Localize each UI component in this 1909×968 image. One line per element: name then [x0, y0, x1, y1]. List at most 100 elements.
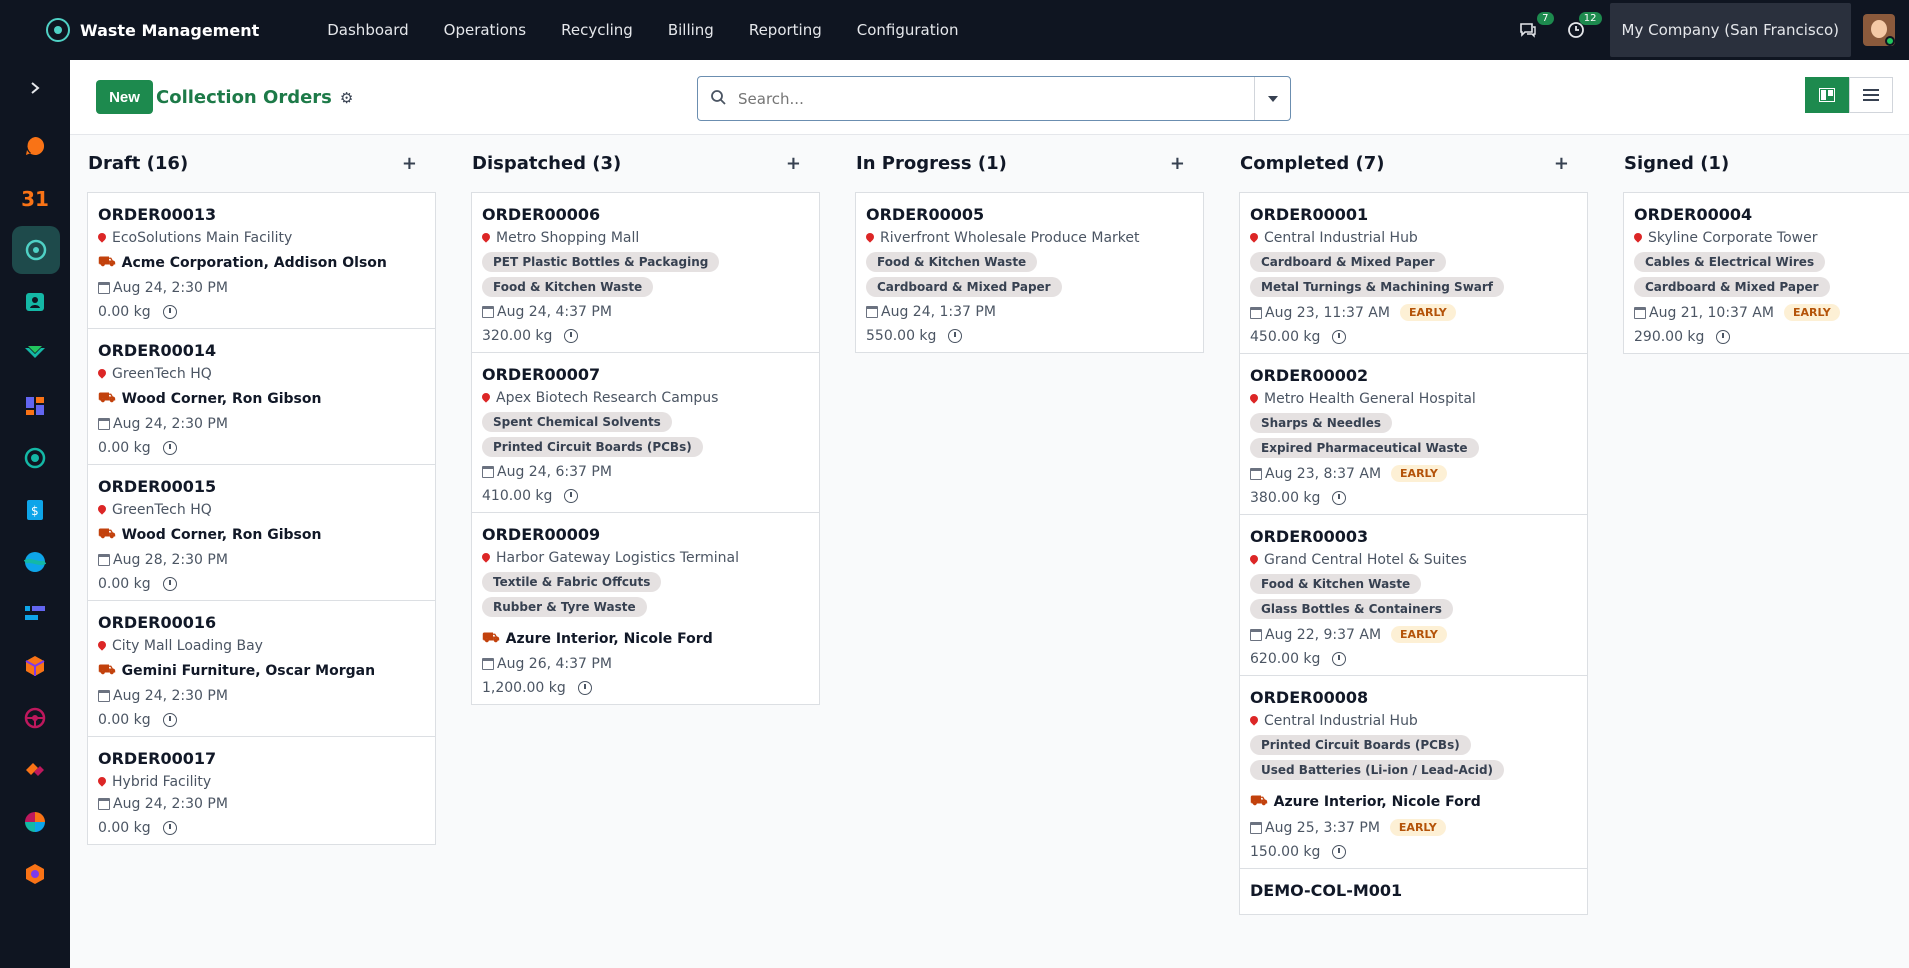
order-card[interactable]: ORDER00007 Apex Biotech Research Campus Sp…	[471, 353, 820, 513]
date-text: Aug 24, 2:30 PM	[113, 796, 228, 812]
dashboards-app-icon[interactable]	[19, 390, 51, 422]
date-text: Aug 24, 4:37 PM	[497, 304, 612, 320]
menu-billing[interactable]: Billing	[668, 21, 714, 39]
vehicle-text: Azure Interior, Nicole Ford	[505, 631, 713, 647]
order-card[interactable]: ORDER00014 GreenTech HQ ⛟ Wood Corner, Ron …	[87, 329, 436, 465]
order-card[interactable]: ORDER00016 City Mall Loading Bay ⛟ Gemini F…	[87, 601, 436, 737]
sign-app-icon[interactable]	[19, 754, 51, 786]
activity-clock-icon[interactable]	[162, 305, 177, 319]
scheduled-date: Aug 23, 8:37 AM EARLY	[1250, 465, 1577, 482]
location-text: Grand Central Hotel & Suites	[1264, 552, 1467, 568]
menu-reporting[interactable]: Reporting	[749, 21, 822, 39]
messages-button[interactable]: 7	[1514, 12, 1554, 44]
column-title[interactable]: Completed (7)	[1240, 153, 1385, 174]
scheduled-date: Aug 24, 2:30 PM	[98, 796, 425, 812]
chat-app-icon[interactable]	[19, 130, 51, 162]
main-menu: Dashboard Operations Recycling Billing R…	[327, 21, 993, 39]
calendar-icon	[482, 306, 494, 318]
helpdesk-app-icon[interactable]	[19, 442, 51, 474]
discuss-app-icon[interactable]	[19, 546, 51, 578]
reporting-app-icon[interactable]	[19, 806, 51, 838]
activity-clock-icon[interactable]	[162, 441, 177, 455]
quick-create-plus-icon[interactable]: +	[786, 153, 801, 174]
waste-type-tag: Cardboard & Mixed Paper	[1634, 277, 1830, 297]
date-text: Aug 24, 2:30 PM	[113, 416, 228, 432]
activities-button[interactable]: 12	[1562, 12, 1602, 44]
order-card[interactable]: ORDER00005 Riverfront Wholesale Produce M…	[855, 192, 1204, 353]
activity-clock-icon[interactable]	[577, 681, 592, 695]
order-weight: 290.00 kg	[1634, 329, 1909, 345]
menu-dashboard[interactable]: Dashboard	[327, 21, 408, 39]
order-card[interactable]: ORDER00004 Skyline Corporate Tower Cables …	[1623, 192, 1909, 354]
map-marker-icon	[98, 641, 106, 652]
app-brand[interactable]: Waste Management	[46, 18, 259, 42]
order-card[interactable]: ORDER00001 Central Industrial Hub Cardboar…	[1239, 192, 1588, 354]
order-card[interactable]: ORDER00006 Metro Shopping Mall PET Plastic…	[471, 192, 820, 353]
order-card[interactable]: ORDER00013 EcoSolutions Main Facility ⛟ Acm…	[87, 192, 436, 329]
order-reference: ORDER00005	[866, 205, 985, 224]
column-header: Draft (16) +	[70, 135, 419, 192]
activities-badge: 12	[1578, 12, 1602, 25]
order-card[interactable]: ORDER00009 Harbor Gateway Logistics Termi…	[471, 513, 820, 705]
weight-text: 1,200.00 kg	[482, 680, 566, 696]
order-card[interactable]: DEMO-COL-M001	[1239, 869, 1588, 915]
contacts-app-icon[interactable]	[19, 286, 51, 318]
order-card[interactable]: ORDER00017 Hybrid Facility Aug 24, 2:30 PM…	[87, 737, 436, 845]
scheduled-date: Aug 25, 3:37 PM EARLY	[1250, 819, 1577, 836]
activity-clock-icon[interactable]	[1332, 845, 1347, 859]
order-card[interactable]: ORDER00008 Central Industrial Hub Printed …	[1239, 676, 1588, 869]
quick-create-plus-icon[interactable]: +	[1170, 153, 1185, 174]
column-title[interactable]: In Progress (1)	[856, 153, 1007, 174]
activity-clock-icon[interactable]	[948, 329, 963, 343]
calendar-app-icon[interactable]: 31	[19, 183, 51, 215]
order-card[interactable]: ORDER00002 Metro Health General Hospital S…	[1239, 354, 1588, 515]
list-view-button[interactable]	[1849, 77, 1893, 113]
activity-clock-icon[interactable]	[162, 821, 177, 835]
menu-recycling[interactable]: Recycling	[561, 21, 633, 39]
search-input[interactable]	[738, 89, 1254, 108]
activity-clock-icon[interactable]	[1332, 330, 1347, 344]
activity-clock-icon[interactable]	[1716, 330, 1731, 344]
menu-configuration[interactable]: Configuration	[857, 21, 959, 39]
order-reference: ORDER00009	[482, 525, 601, 544]
quick-create-plus-icon[interactable]: +	[1554, 153, 1569, 174]
order-card[interactable]: ORDER00015 GreenTech HQ ⛟ Wood Corner, Ron …	[87, 465, 436, 601]
quick-create-plus-icon[interactable]: +	[402, 153, 417, 174]
crm-app-icon[interactable]	[19, 338, 51, 370]
map-marker-icon	[866, 233, 874, 244]
activity-clock-icon[interactable]	[1332, 491, 1347, 505]
order-weight: 0.00 kg	[98, 820, 425, 836]
gear-icon[interactable]: ⚙	[340, 89, 353, 107]
activity-clock-icon[interactable]	[162, 577, 177, 591]
messages-badge: 7	[1537, 12, 1554, 25]
activity-clock-icon[interactable]	[1332, 652, 1347, 666]
column-title[interactable]: Draft (16)	[88, 153, 188, 174]
weight-text: 450.00 kg	[1250, 329, 1321, 345]
map-marker-icon	[98, 777, 106, 788]
order-reference: ORDER00014	[98, 341, 217, 360]
order-card[interactable]: ORDER00003 Grand Central Hotel & Suites Fo…	[1239, 515, 1588, 676]
assigned-vehicle: ⛟ Gemini Furniture, Oscar Morgan	[98, 662, 425, 680]
apps-app-icon[interactable]	[19, 858, 51, 890]
activity-clock-icon[interactable]	[162, 713, 177, 727]
menu-operations[interactable]: Operations	[444, 21, 526, 39]
user-avatar[interactable]	[1863, 14, 1895, 46]
inventory-app-icon[interactable]	[19, 650, 51, 682]
search-options-toggle[interactable]	[1254, 77, 1290, 120]
kanban-view-button[interactable]	[1805, 77, 1849, 113]
company-switcher[interactable]: My Company (San Francisco)	[1609, 3, 1851, 57]
column-title[interactable]: Signed (1)	[1624, 153, 1729, 174]
vehicle-text: Wood Corner, Ron Gibson	[121, 527, 322, 543]
project-app-icon[interactable]	[19, 598, 51, 630]
activity-clock-icon[interactable]	[564, 489, 579, 503]
sales-app-icon[interactable]: $	[19, 494, 51, 526]
truck-icon: ⛟	[98, 662, 116, 678]
expand-icon[interactable]	[19, 72, 51, 104]
waste-app-icon[interactable]	[12, 226, 60, 274]
calendar-icon	[482, 658, 494, 670]
activity-clock-icon[interactable]	[564, 329, 579, 343]
order-location: Harbor Gateway Logistics Terminal	[482, 550, 809, 566]
new-button[interactable]: New	[96, 80, 153, 114]
column-title[interactable]: Dispatched (3)	[472, 153, 621, 174]
fleet-app-icon[interactable]	[19, 702, 51, 734]
